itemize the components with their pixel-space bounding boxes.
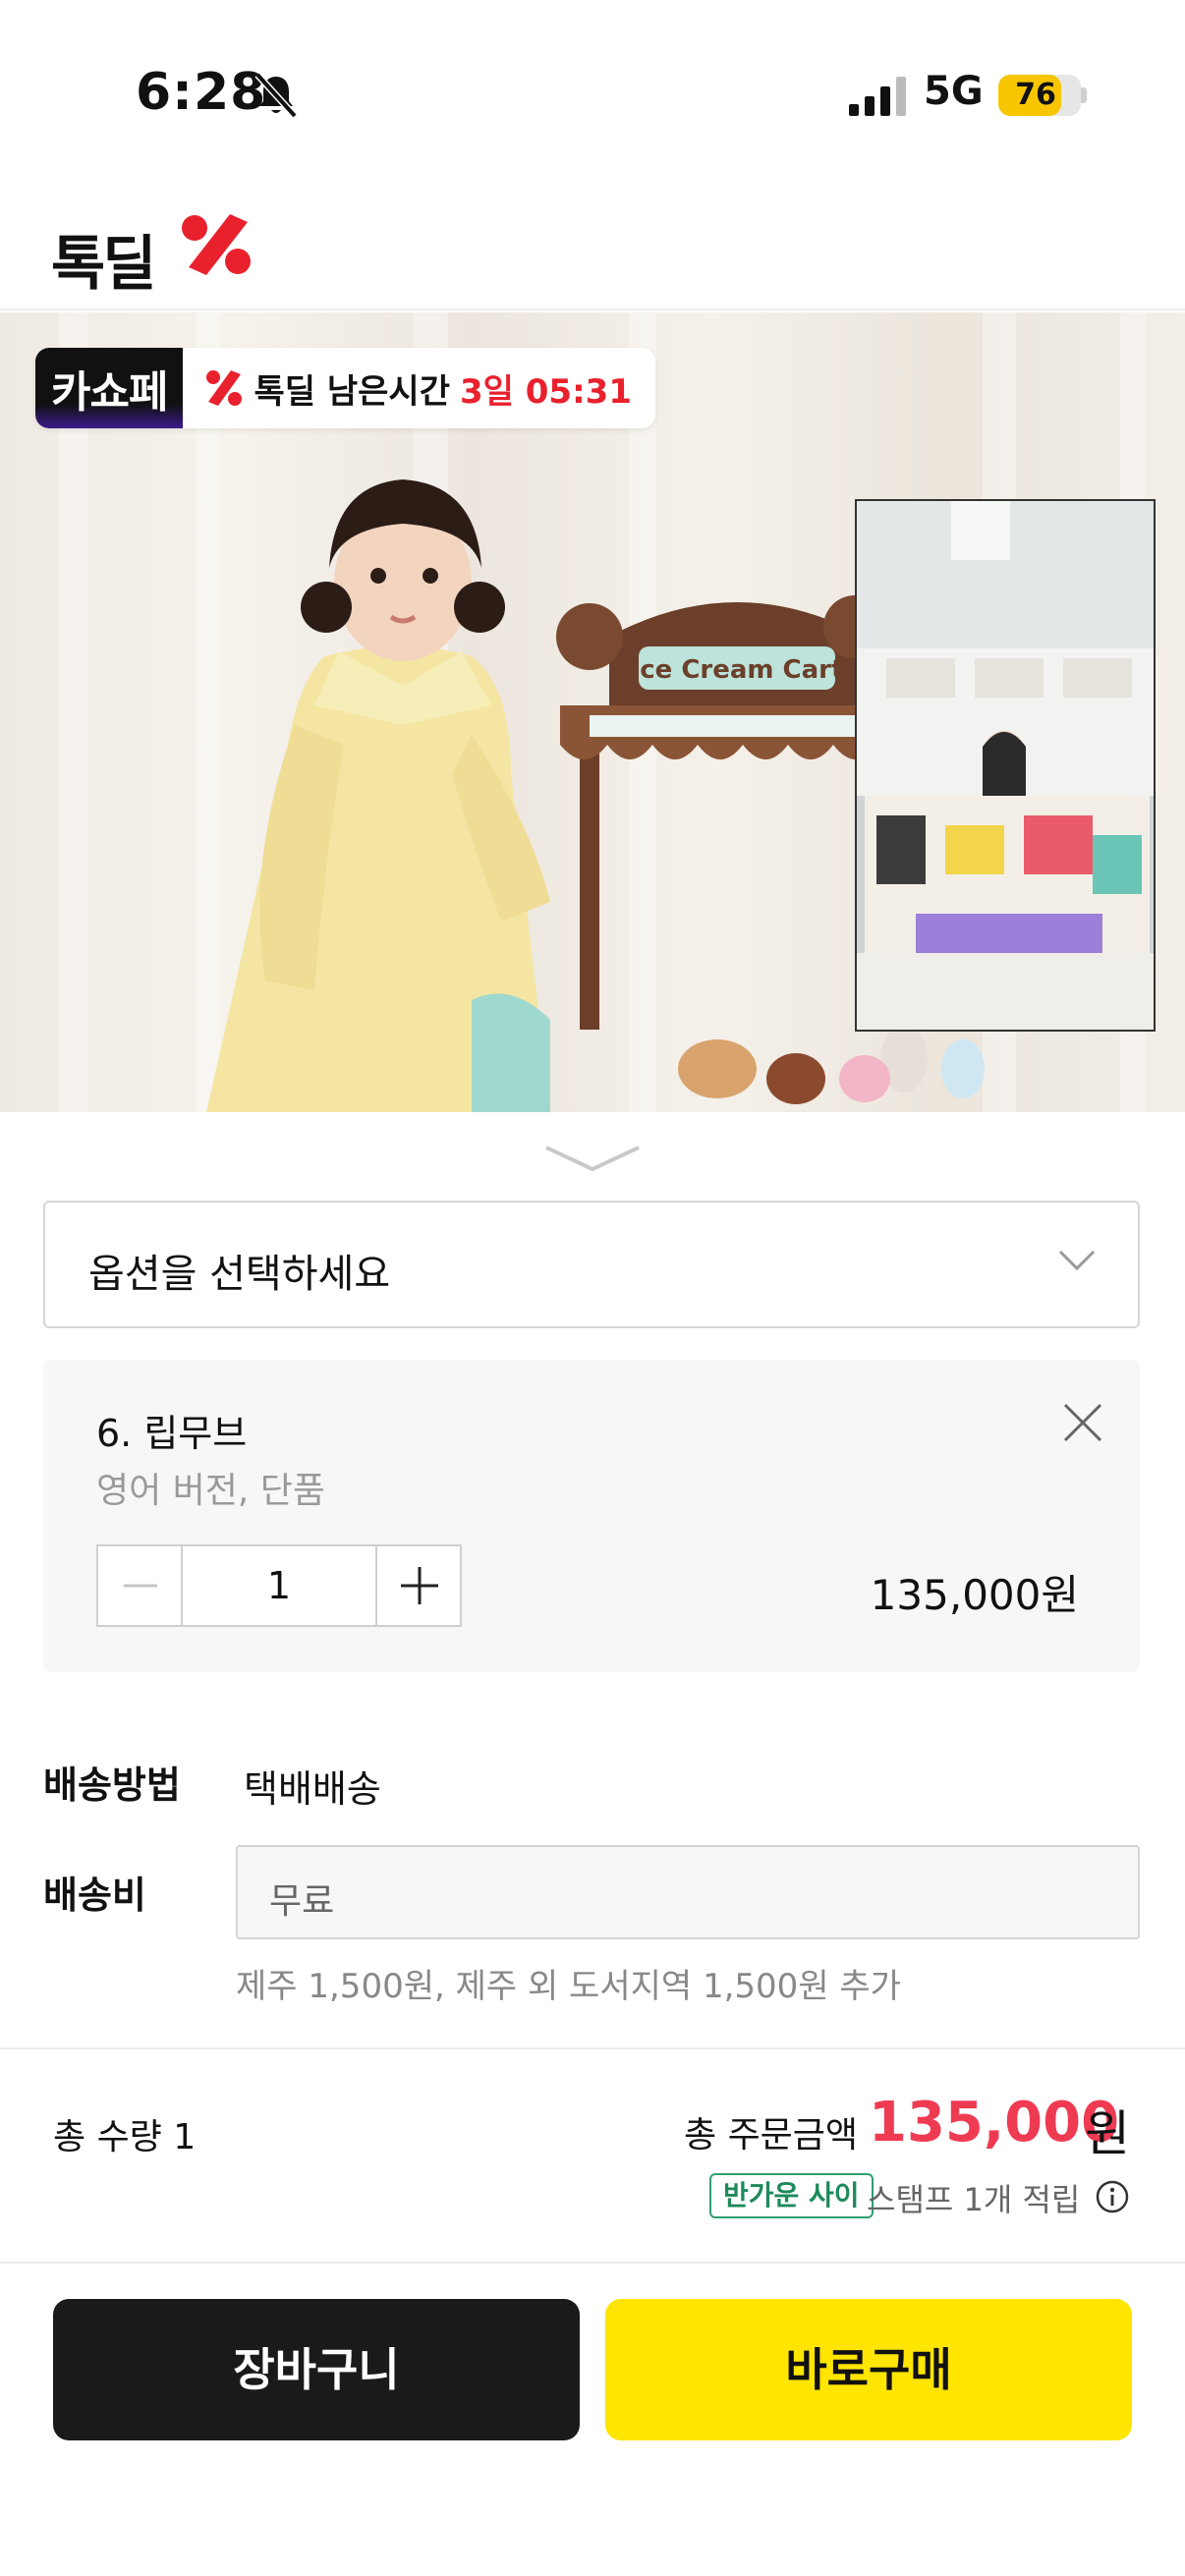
stamp-text: 스탬프 1개 적립 [867, 2181, 1081, 2218]
option-detail: 영어 버전, 단품 [96, 1471, 326, 1511]
selected-option-card: 6. 립무브 영어 버전, 단품 1 135,000원 [43, 1360, 1140, 1672]
shipping-method-label: 배송방법 [43, 1764, 181, 1807]
plus-icon [401, 1567, 438, 1604]
deal-label: 톡딜 남은시간 [254, 371, 450, 412]
shipping-fee-label: 배송비 [43, 1874, 146, 1917]
svg-text:Ice Cream Cart: Ice Cream Cart [631, 655, 844, 685]
buy-now-button[interactable]: 바로구매 [605, 2299, 1132, 2440]
option-price: 135,000원 [870, 1571, 1079, 1619]
divider [0, 2262, 1185, 2264]
quantity-stepper: 1 [96, 1544, 462, 1627]
chevron-down-icon [1058, 1250, 1096, 1271]
total-currency: 원 [1085, 2105, 1130, 2162]
logo-text[interactable]: 톡딜 [51, 216, 156, 302]
shipping-fee-value: 무료 [269, 1881, 335, 1922]
battery-level: 76 [1015, 78, 1056, 112]
total-quantity: 총 수량 1 [53, 2117, 197, 2157]
option-select[interactable]: 옵션을 선택하세요 [43, 1201, 1140, 1328]
app-header: 톡딜 [0, 177, 1185, 310]
option-name: 6. 립무브 [96, 1412, 248, 1455]
network-type: 5G [924, 69, 984, 114]
deal-timer-badge: 카쇼페 톡딜 남은시간 3일 05:31 [35, 348, 655, 428]
option-select-placeholder: 옵션을 선택하세요 [88, 1252, 391, 1297]
bell-slash-icon [254, 72, 298, 119]
decrease-quantity-button[interactable] [98, 1546, 183, 1625]
deal-time: 3일 05:31 [459, 371, 632, 412]
battery-icon: 76 [998, 75, 1081, 116]
minus-icon [124, 1584, 157, 1588]
shipping-method-value: 택배배송 [244, 1767, 381, 1811]
percent-logo-icon [182, 214, 251, 275]
collapse-chevron-icon[interactable] [542, 1144, 643, 1175]
quantity-value[interactable]: 1 [183, 1546, 375, 1625]
signal-icon [849, 77, 906, 116]
total-amount: 135,000 [869, 2091, 1120, 2155]
shipping-fee-field: 무료 [236, 1845, 1140, 1939]
battery-tip [1081, 87, 1087, 103]
close-icon[interactable] [1061, 1401, 1104, 1444]
shipping-note: 제주 1,500원, 제주 외 도서지역 1,500원 추가 [236, 1967, 901, 2006]
divider [0, 2047, 1185, 2049]
status-time: 6:28 [136, 63, 267, 122]
live-video-pip[interactable] [855, 499, 1156, 1032]
product-hero[interactable]: Ice Cream Cart 카쇼페 톡딜 남은시간 3일 05:31 [0, 312, 1185, 1112]
brand-badge: 카쇼페 [35, 348, 184, 428]
percent-icon [206, 370, 243, 406]
add-to-cart-button[interactable]: 장바구니 [53, 2299, 580, 2440]
total-amount-label: 총 주문금액 [684, 2115, 859, 2156]
live-video-frame [857, 501, 1154, 1030]
increase-quantity-button[interactable] [375, 1546, 460, 1625]
status-bar: 6:28 5G 76 [0, 0, 1185, 167]
info-icon[interactable] [1095, 2179, 1130, 2214]
stamp-badge: 반가운 사이 [709, 2173, 874, 2218]
